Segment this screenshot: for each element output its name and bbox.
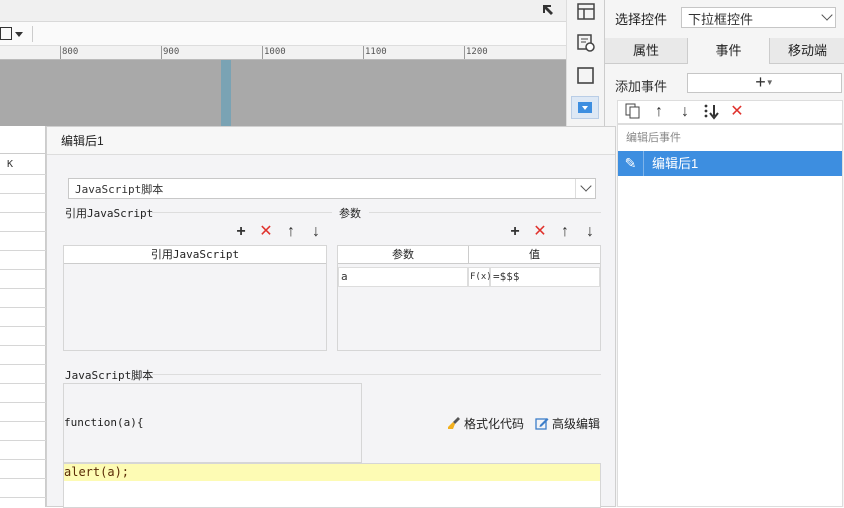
params-col-value: 值 [468,246,600,264]
arrow-down-icon[interactable]: ↓ [676,103,694,121]
params-section-label: 参数 [339,207,361,220]
ref-js-delete-icon[interactable]: ✕ [258,224,274,240]
ruler-tick: 1100 [365,47,387,57]
ruler-tick: 900 [163,47,180,57]
code-editor[interactable]: alert(a); [63,463,601,508]
params-delete-icon[interactable]: ✕ [532,224,548,240]
add-event-button[interactable]: +▼ [687,73,842,93]
plus-icon: + [755,72,766,92]
param-value-input[interactable]: =$$$ [490,267,600,287]
ref-js-section-label: 引用JavaScript [65,207,154,220]
param-name-input[interactable]: a [338,267,468,287]
event-item-label: 编辑后1 [652,156,699,171]
code-signature-area: function(a){ [63,383,362,463]
report-grid[interactable]: K [0,126,46,507]
pencil-icon[interactable]: ✎ [618,151,644,176]
tab-events[interactable]: 事件 [687,38,770,64]
formula-icon[interactable]: F(x) [468,267,492,287]
add-event-label: 添加事件 [615,79,668,94]
frame-icon[interactable] [577,67,594,84]
script-type-select[interactable]: JavaScript脚本 [68,178,596,199]
params-down-icon[interactable]: ↓ [582,224,598,240]
layout-icon[interactable] [577,3,595,20]
design-canvas[interactable] [0,60,566,126]
widget-icon-strip [566,0,604,126]
format-code-button[interactable]: 格式化代码 [447,415,524,432]
params-col-param: 参数 [338,246,468,264]
ruler-tick: 1000 [264,47,286,57]
ruler-tick: 1200 [466,47,488,57]
advanced-edit-button[interactable]: 高级编辑 [535,415,600,432]
border-style-dropdown[interactable] [0,27,24,41]
ref-js-up-icon[interactable]: ↑ [283,224,299,240]
dialog-title: 编辑后1 [47,127,615,155]
ref-js-add-icon[interactable]: + [233,224,249,240]
widget-settings-icon[interactable] [577,34,595,52]
copy-icon[interactable] [624,103,642,121]
event-list: 编辑后事件 ✎ 编辑后1 [617,124,843,507]
event-toolbar: ↑ ↓ ✕ [617,100,843,124]
dropdown-widget-icon[interactable] [571,96,599,119]
chevron-down-icon[interactable] [575,179,595,198]
designer-toolbar [0,22,566,46]
select-control-label: 选择控件 [615,12,668,27]
ref-js-table[interactable]: 引用JavaScript [63,245,327,351]
horizontal-ruler: 800 900 1000 1100 1200 [0,46,566,60]
select-control-value: 下拉框控件 [688,12,754,27]
event-editor-dialog: 编辑后1 JavaScript脚本 引用JavaScript + ✕ ↑ ↓ 引… [46,126,616,508]
selected-widget-marker[interactable] [221,60,231,126]
script-type-value: JavaScript脚本 [75,183,164,196]
script-section-label: JavaScript脚本 [65,369,154,382]
ref-js-down-icon[interactable]: ↓ [308,224,324,240]
column-header-k: K [7,159,14,170]
tab-properties[interactable]: 属性 [605,38,687,64]
designer-top-bar [0,0,566,22]
delete-icon[interactable]: ✕ [728,103,746,121]
params-up-icon[interactable]: ↑ [557,224,573,240]
tab-mobile[interactable]: 移动端 [770,38,844,64]
broom-icon [447,416,461,430]
ref-js-column-header: 引用JavaScript [64,246,326,264]
select-control-dropdown[interactable]: 下拉框控件 [681,7,836,28]
ruler-tick: 800 [62,47,79,57]
code-line[interactable]: alert(a); [64,464,600,481]
arrow-up-icon[interactable]: ↑ [650,103,668,121]
collapse-icon[interactable] [542,4,554,16]
move-bottom-icon[interactable] [702,103,720,121]
toolbar-divider [32,26,33,42]
params-table: 参数 值 a F(x) =$$$ [337,245,601,351]
params-add-icon[interactable]: + [507,224,523,240]
edit-icon [535,416,549,430]
properties-panel: 选择控件 下拉框控件 属性 事件 移动端 添加事件 +▼ ↑ ↓ ✕ 编辑后事件… [604,0,844,507]
event-item[interactable]: ✎ 编辑后1 [618,151,842,176]
event-list-header: 编辑后事件 [626,132,681,144]
panel-tabs: 属性 事件 移动端 [605,38,844,64]
chevron-down-icon [821,9,833,21]
function-signature: function(a){ [64,416,144,429]
